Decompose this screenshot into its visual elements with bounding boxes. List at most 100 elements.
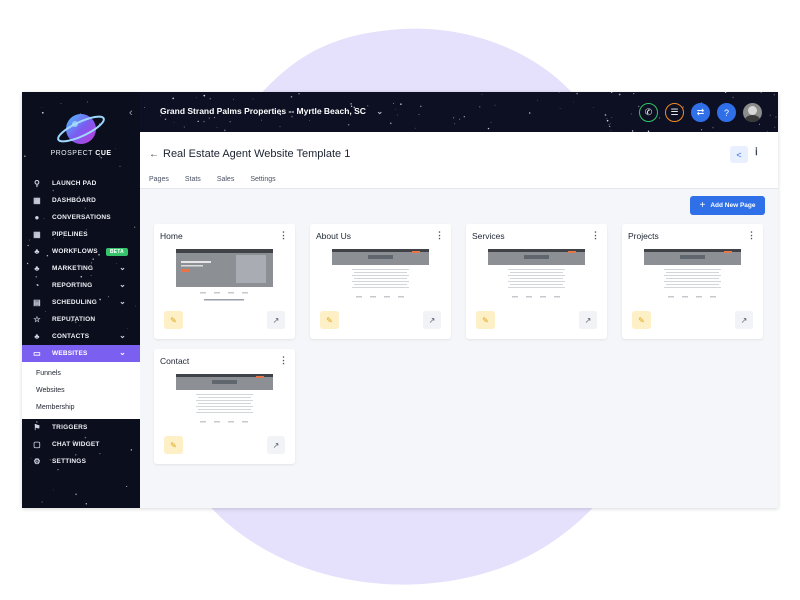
page-card-services[interactable]: Services ⋮ ✎ ↗ — [466, 224, 607, 339]
sidebar-item-label: REPORTING — [52, 282, 93, 289]
location-switcher[interactable]: Grand Strand Palms Properties -- Myrtle … — [160, 106, 383, 116]
workflows-icon: ♣ — [34, 247, 40, 256]
star — [701, 129, 703, 131]
star — [712, 126, 714, 129]
page-card-home[interactable]: Home ⋮ ✎ ↗ — [154, 224, 295, 339]
sidebar-item-launch-pad[interactable]: ⚲ LAUNCH PAD — [22, 175, 140, 192]
star — [164, 118, 167, 121]
kebab-menu-icon[interactable]: ⋮ — [279, 355, 288, 366]
open-external-icon[interactable]: ↗ — [579, 311, 597, 329]
app-window: ‹ PROSPECT CUE ⚲ LAUNCH PAD ▦ DASHBOARD ● CON… — [22, 92, 778, 508]
sidebar-item-scheduling[interactable]: ▤ SCHEDULING ⌄ — [22, 294, 140, 311]
share-icon[interactable]: < — [730, 146, 748, 163]
edit-page-icon[interactable]: ✎ — [164, 311, 183, 329]
more-info-icon[interactable]: ⅰ — [755, 147, 758, 158]
edit-page-icon[interactable]: ✎ — [632, 311, 651, 329]
sidebar-item-label: SCHEDULING — [52, 299, 97, 306]
sidebar-item-marketing[interactable]: ♣ MARKETING ⌄ — [22, 260, 140, 277]
edit-page-icon[interactable]: ✎ — [476, 311, 495, 329]
page-card-title: Home — [160, 231, 183, 241]
star — [609, 123, 611, 125]
open-external-icon[interactable]: ↗ — [423, 311, 441, 329]
switch-icon[interactable]: ⇄ — [691, 103, 710, 122]
phone-icon[interactable]: ✆ — [639, 103, 658, 122]
edit-page-icon[interactable]: ✎ — [320, 311, 339, 329]
star — [528, 112, 531, 114]
chevron-down-icon[interactable]: ⌄ — [119, 297, 126, 306]
sidebar-item-label: LAUNCH PAD — [52, 180, 97, 187]
page-card-contact[interactable]: Contact ⋮ ✎ ↗ — [154, 349, 295, 464]
sidebar-item-conversations[interactable]: ● CONVERSATIONS — [22, 209, 140, 226]
page-title: Real Estate Agent Website Template 1 — [163, 148, 351, 160]
sidebar-nav: ⚲ LAUNCH PAD ▦ DASHBOARD ● CONVERSATIONS ▦ PIPE… — [22, 175, 140, 470]
star — [308, 120, 310, 121]
calendar-icon: ▤ — [33, 298, 41, 307]
sidebar-item-reporting[interactable]: ◔ REPORTING ⌄ — [22, 277, 140, 294]
star — [611, 117, 613, 118]
kebab-menu-icon[interactable]: ⋮ — [747, 230, 756, 241]
tab-stats[interactable]: Stats — [185, 176, 201, 183]
star-icon: ☆ — [33, 315, 41, 324]
star — [610, 92, 613, 93]
avatar[interactable] — [743, 103, 762, 122]
sidebar-item-reputation[interactable]: ☆ REPUTATION — [22, 311, 140, 328]
chevron-down-icon[interactable]: ⌄ — [119, 348, 126, 357]
sidebar-item-workflows[interactable]: ♣ WORKFLOWS BETA — [22, 243, 140, 260]
page-card-about-us[interactable]: About Us ⋮ ✎ ↗ — [310, 224, 451, 339]
kebab-menu-icon[interactable]: ⋮ — [279, 230, 288, 241]
page-card-title: Projects — [628, 231, 659, 241]
kebab-menu-icon[interactable]: ⋮ — [435, 230, 444, 241]
star — [41, 107, 43, 108]
star — [203, 120, 205, 123]
edit-page-icon[interactable]: ✎ — [164, 436, 183, 454]
star — [773, 94, 775, 96]
open-external-icon[interactable]: ↗ — [267, 436, 285, 454]
tab-settings[interactable]: Settings — [250, 176, 275, 183]
collapse-sidebar-icon[interactable]: ‹ — [129, 107, 133, 119]
star — [119, 165, 121, 167]
star — [459, 118, 461, 120]
kebab-menu-icon[interactable]: ⋮ — [591, 230, 600, 241]
websites-submenu: Funnels Websites Membership — [22, 362, 140, 419]
page-card-projects[interactable]: Projects ⋮ ✎ ↗ — [622, 224, 763, 339]
help-icon[interactable]: ? — [717, 103, 736, 122]
sidebar-item-triggers[interactable]: ⚑ TRIGGERS — [22, 419, 140, 436]
sidebar-item-label: PIPELINES — [52, 231, 88, 238]
page-thumbnail — [332, 249, 429, 298]
chevron-down-icon[interactable]: ⌄ — [119, 263, 126, 272]
chevron-down-icon[interactable]: ⌄ — [119, 280, 126, 289]
notes-icon[interactable]: ☰ — [665, 103, 684, 122]
star — [86, 101, 88, 103]
submenu-item-membership[interactable]: Membership — [22, 399, 140, 416]
sidebar-item-pipelines[interactable]: ▦ PIPELINES — [22, 226, 140, 243]
star — [659, 117, 661, 119]
back-arrow-icon[interactable]: ← — [149, 149, 159, 160]
sidebar-item-label: CONTACTS — [52, 333, 90, 340]
sidebar-item-settings[interactable]: ⚙ SETTINGS — [22, 453, 140, 470]
tab-pages[interactable]: Pages — [149, 176, 169, 183]
star — [478, 106, 481, 108]
submenu-item-funnels[interactable]: Funnels — [22, 365, 140, 382]
star — [536, 99, 538, 101]
tab-sales[interactable]: Sales — [217, 176, 235, 183]
open-external-icon[interactable]: ↗ — [735, 311, 753, 329]
star — [454, 123, 456, 125]
star — [347, 123, 350, 126]
star — [633, 93, 635, 95]
sidebar-item-dashboard[interactable]: ▦ DASHBOARD — [22, 192, 140, 209]
star — [573, 101, 574, 103]
chevron-down-icon[interactable]: ⌄ — [119, 331, 126, 340]
star — [395, 108, 396, 110]
star — [418, 114, 420, 116]
add-new-page-button[interactable]: + Add New Page — [690, 196, 765, 215]
sidebar-item-chat-widget[interactable]: ▢ CHAT WIDGET — [22, 436, 140, 453]
page-card-title: About Us — [316, 231, 351, 241]
sidebar-item-websites[interactable]: ▭ WEBSITES ⌄ — [22, 345, 140, 362]
open-external-icon[interactable]: ↗ — [267, 311, 285, 329]
star — [732, 96, 734, 99]
star — [610, 129, 612, 131]
sidebar-item-contacts[interactable]: ♣ CONTACTS ⌄ — [22, 328, 140, 345]
star — [559, 107, 561, 109]
star — [774, 126, 776, 128]
submenu-item-websites[interactable]: Websites — [22, 382, 140, 399]
